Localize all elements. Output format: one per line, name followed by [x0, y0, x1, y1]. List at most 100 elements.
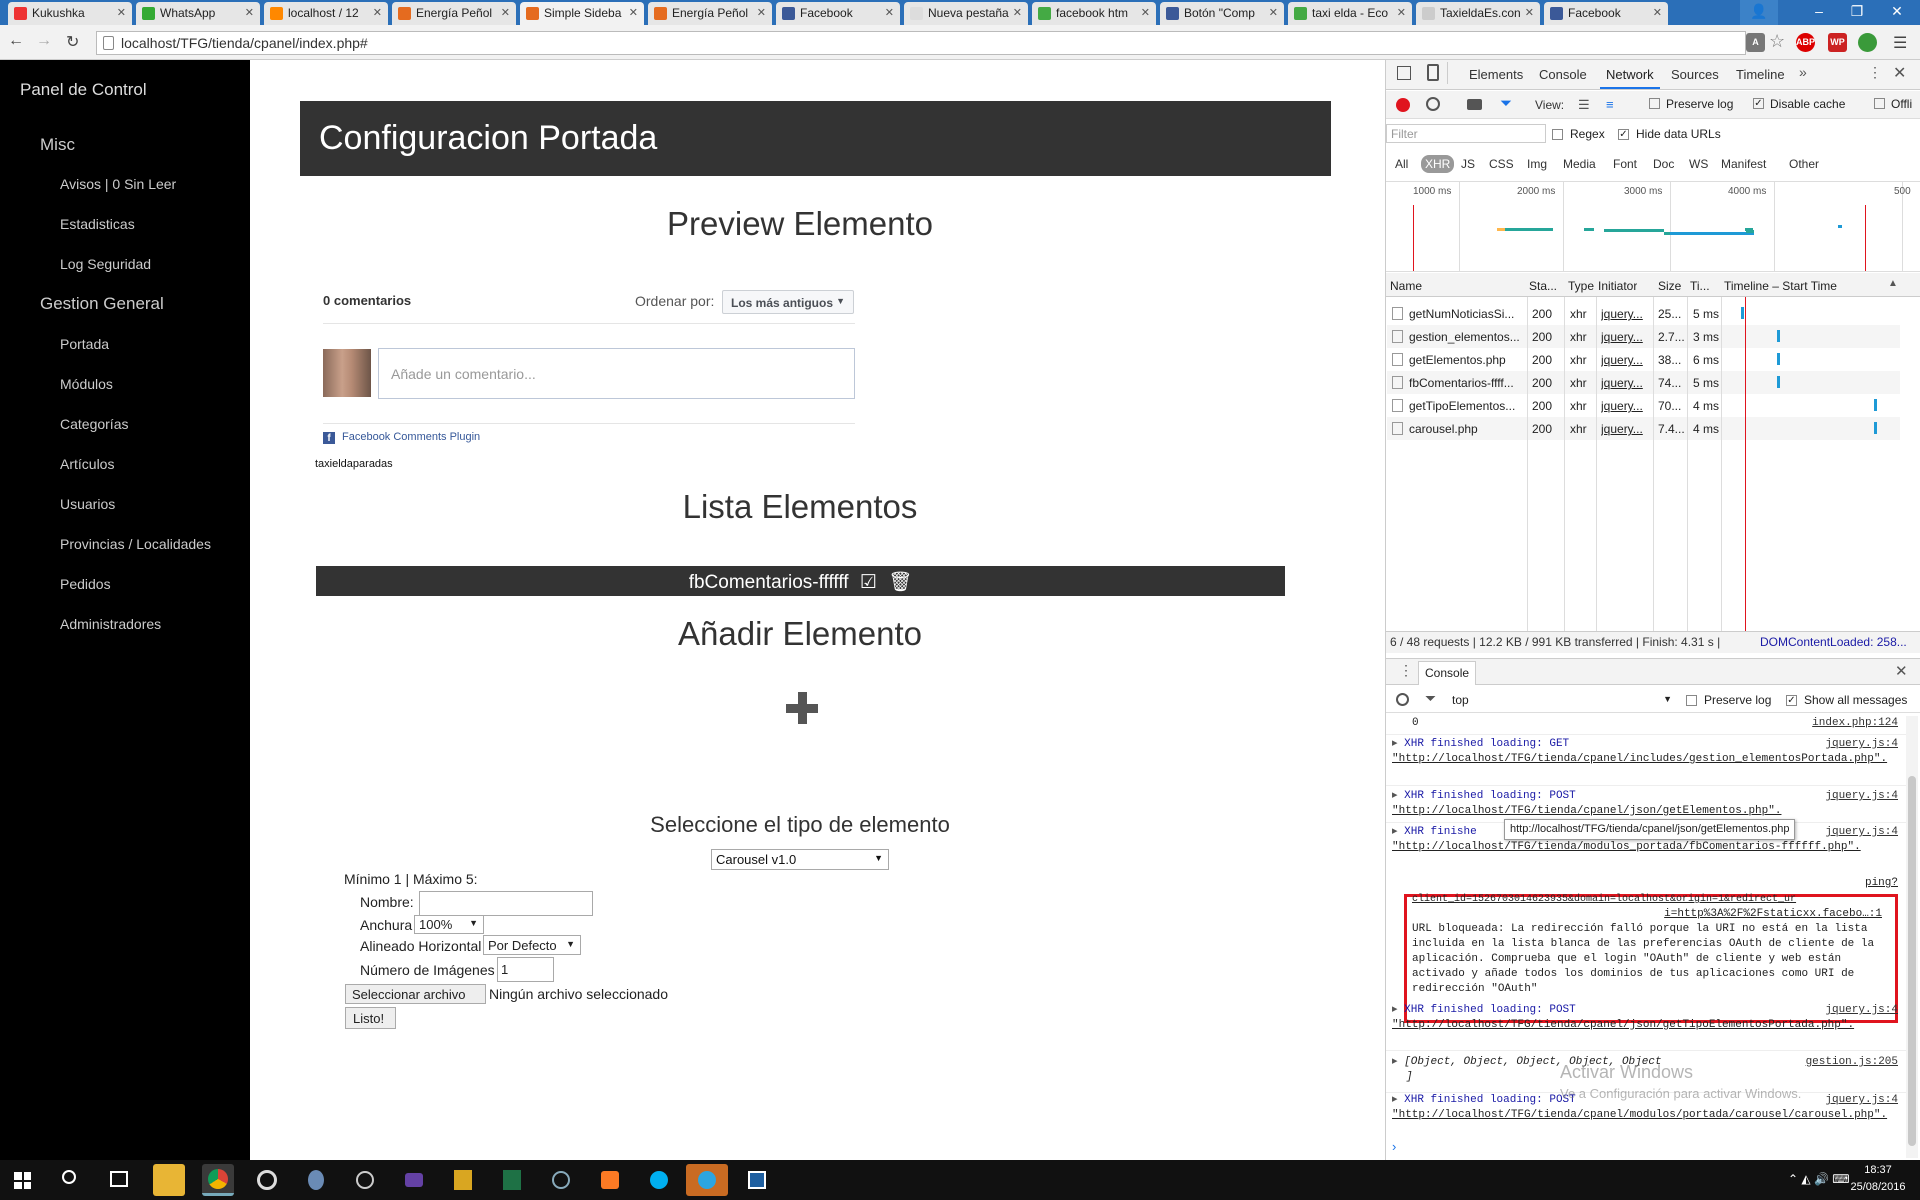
col-size[interactable]: Size [1658, 279, 1681, 293]
device-icon[interactable] [1427, 64, 1439, 81]
close-devtools-icon[interactable]: ✕ [1893, 63, 1906, 83]
console-source-link[interactable]: gestion.js:205 [1806, 1055, 1898, 1070]
tab-elements[interactable]: Elements [1469, 67, 1523, 82]
reload-icon[interactable]: ↻ [66, 32, 79, 52]
close-tab-icon[interactable]: ✕ [629, 6, 638, 19]
filter-icon[interactable]: ⏷ [1425, 690, 1436, 707]
browser-tab[interactable]: Facebook ✕ [1544, 2, 1668, 25]
tab-console[interactable]: Console [1539, 67, 1587, 82]
cell-initiator[interactable]: jquery... [1601, 422, 1651, 436]
close-tab-icon[interactable]: ✕ [1013, 6, 1022, 19]
console-source-link[interactable]: index.php:124 [1812, 716, 1898, 731]
excel-icon[interactable] [496, 1164, 528, 1196]
app-icon[interactable] [545, 1164, 577, 1196]
skype-icon[interactable] [643, 1164, 675, 1196]
search-icon[interactable] [62, 1170, 76, 1184]
console-source-link[interactable]: jquery.js:4 [1825, 825, 1898, 840]
expand-arrow-icon[interactable]: ▸ [1392, 738, 1404, 750]
sidebar-item-log-seguridad[interactable]: Log Seguridad [60, 256, 151, 272]
console-preserve-checkbox[interactable] [1686, 695, 1697, 706]
type-filter-other[interactable]: Other [1785, 155, 1823, 173]
close-tab-icon[interactable]: ✕ [117, 6, 126, 19]
forward-icon[interactable]: → [36, 32, 52, 50]
close-drawer-icon[interactable]: ✕ [1895, 662, 1908, 680]
sidebar-section-gestion-general[interactable]: Gestion General [40, 294, 164, 314]
trash-icon[interactable]: 🗑 [888, 572, 912, 593]
regex-checkbox[interactable] [1552, 129, 1563, 140]
ping-url-line[interactable]: client_id=1526703014623935&domain=localh… [1412, 892, 1882, 907]
clock-time[interactable]: 18:37 [1848, 1164, 1908, 1176]
translate-icon[interactable]: A [1746, 33, 1765, 52]
type-filter-manifest[interactable]: Manifest [1717, 155, 1770, 173]
type-filter-doc[interactable]: Doc [1649, 155, 1678, 173]
adblock-icon[interactable]: ABP [1796, 33, 1815, 52]
tab-sources[interactable]: Sources [1671, 67, 1719, 82]
close-window-button[interactable]: ✕ [1878, 0, 1916, 25]
sidebar-item-estadisticas[interactable]: Estadisticas [60, 216, 135, 232]
table-row[interactable]: getTipoElementos... 200 xhr jquery... 70... 4… [1387, 394, 1900, 417]
app-icon[interactable] [447, 1164, 479, 1196]
console-source-link[interactable]: jquery.js:4 [1825, 1093, 1898, 1108]
record-icon[interactable] [1396, 98, 1410, 112]
col-status[interactable]: Sta... [1529, 279, 1557, 293]
sidebar-item-modulos[interactable]: Módulos [60, 376, 113, 392]
clock-date[interactable]: 25/08/2016 [1846, 1181, 1910, 1193]
offline-checkbox[interactable] [1874, 98, 1885, 109]
list-view-icon[interactable]: ☰ [1578, 97, 1590, 113]
close-tab-icon[interactable]: ✕ [1653, 6, 1662, 19]
expand-arrow-icon[interactable]: ▸ [1392, 1056, 1404, 1068]
cell-initiator[interactable]: jquery... [1601, 399, 1651, 413]
tab-network[interactable]: Network [1606, 67, 1654, 82]
clear-console-icon[interactable] [1396, 693, 1409, 706]
console-url[interactable]: "http://localhost/TFG/tienda/cpanel/json… [1392, 1018, 1898, 1033]
profile-button[interactable]: 👤 [1740, 0, 1778, 25]
context-select[interactable]: top ▼ [1452, 693, 1672, 709]
drawer-menu-icon[interactable]: ⋮ [1399, 662, 1413, 679]
plugin-link[interactable]: Facebook Comments Plugin [342, 431, 480, 443]
order-select[interactable]: Los más antiguos ▼ [722, 290, 854, 314]
console-source-link[interactable]: jquery.js:4 [1825, 737, 1898, 752]
close-tab-icon[interactable]: ✕ [1269, 6, 1278, 19]
console-scrollbar[interactable] [1906, 716, 1918, 1158]
expand-arrow-icon[interactable]: ▸ [1392, 790, 1404, 802]
type-filter-media[interactable]: Media [1559, 155, 1600, 173]
submit-button[interactable]: Listo! [345, 1007, 396, 1029]
app-icon[interactable] [741, 1164, 773, 1196]
console-source-link[interactable]: jquery.js:4 [1825, 1003, 1898, 1018]
type-filter-xhr[interactable]: XHR [1421, 155, 1455, 173]
sort-up-icon[interactable]: ▲ [1888, 278, 1898, 289]
filter-input[interactable]: Filter [1386, 124, 1546, 143]
browser-tab[interactable]: TaxieldaEs.con ✕ [1416, 2, 1540, 25]
twitch-icon[interactable] [398, 1164, 430, 1196]
col-timeline[interactable]: Timeline – Start Time [1724, 279, 1837, 293]
cell-initiator[interactable]: jquery... [1601, 330, 1651, 344]
sidebar-section-misc[interactable]: Misc [40, 135, 75, 155]
console-input[interactable] [1408, 1137, 1888, 1155]
preserve-log-checkbox[interactable] [1649, 98, 1660, 109]
globe-icon[interactable] [1858, 33, 1877, 52]
comment-input[interactable]: Añade un comentario... [378, 348, 855, 399]
close-tab-icon[interactable]: ✕ [1141, 6, 1150, 19]
browser-tab[interactable]: localhost / 12 ✕ [264, 2, 388, 25]
type-select[interactable]: Carousel v1.0 ▼ [711, 849, 889, 870]
browser-tab[interactable]: WhatsApp ✕ [136, 2, 260, 25]
camera-icon[interactable] [1467, 99, 1482, 110]
console-url[interactable]: "http://localhost/TFG/tienda/cpanel/incl… [1392, 752, 1898, 767]
browser-tab[interactable]: Simple Sideba ✕ [520, 2, 644, 25]
chrome-icon[interactable] [202, 1164, 234, 1196]
expand-arrow-icon[interactable]: ▸ [1392, 826, 1404, 838]
clear-icon[interactable] [1426, 97, 1440, 111]
width-select[interactable]: 100% ▼ [414, 915, 484, 934]
app-icon[interactable] [300, 1164, 332, 1196]
star-icon[interactable]: ☆ [1769, 31, 1785, 52]
col-type[interactable]: Type [1568, 279, 1594, 293]
cell-initiator[interactable]: jquery... [1601, 376, 1651, 390]
table-row[interactable]: getNumNoticiasSi... 200 xhr jquery... 25... 5… [1387, 302, 1900, 325]
type-filter-img[interactable]: Img [1523, 155, 1551, 173]
disable-cache-checkbox[interactable]: ✓ [1753, 98, 1764, 109]
plus-icon[interactable] [786, 692, 818, 724]
cell-initiator[interactable]: jquery... [1601, 307, 1651, 321]
table-row[interactable]: carousel.php 200 xhr jquery... 7.4... 4 ms [1387, 417, 1900, 440]
close-tab-icon[interactable]: ✕ [373, 6, 382, 19]
close-tab-icon[interactable]: ✕ [885, 6, 894, 19]
